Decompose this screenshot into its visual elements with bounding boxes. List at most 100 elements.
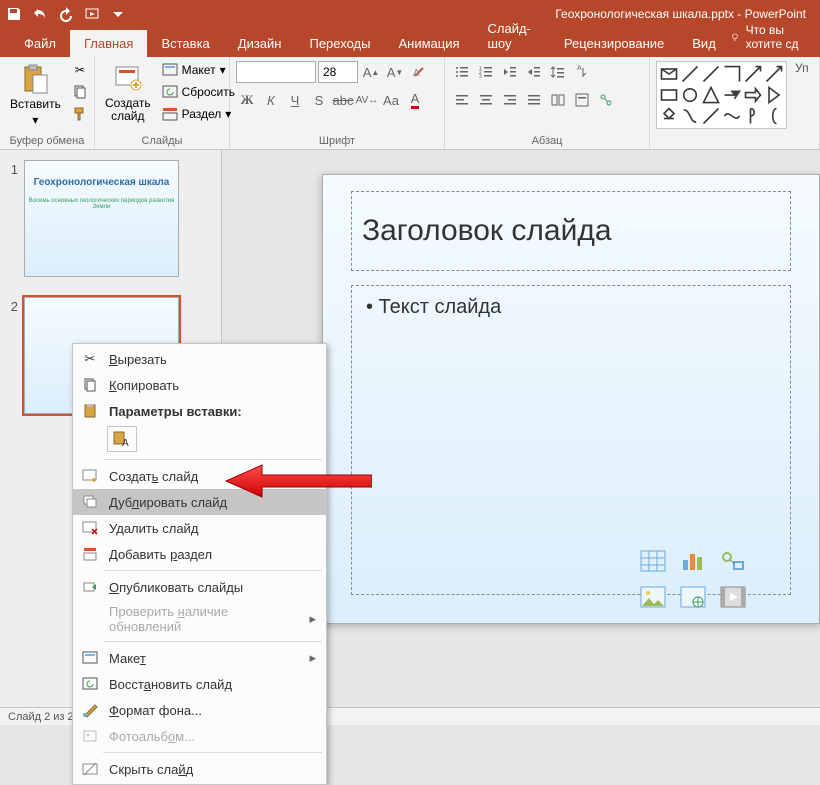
clear-formatting-button[interactable]: A <box>408 61 430 83</box>
title-placeholder[interactable]: Заголовок слайда <box>351 191 791 271</box>
tab-insert[interactable]: Вставка <box>147 30 223 57</box>
undo-icon[interactable] <box>32 6 48 22</box>
document-title: Геохронологическая шкала.pptx - PowerPoi… <box>126 7 814 21</box>
body-placeholder[interactable]: Текст слайда <box>351 285 791 595</box>
save-icon[interactable] <box>6 6 22 22</box>
redo-icon[interactable] <box>58 6 74 22</box>
publish-icon <box>81 578 99 596</box>
brush-icon <box>72 106 88 122</box>
font-name-input[interactable] <box>236 61 316 83</box>
italic-button[interactable]: К <box>260 89 282 111</box>
tab-transitions[interactable]: Переходы <box>295 30 384 57</box>
align-right-button[interactable] <box>499 89 521 111</box>
section-icon <box>81 545 99 563</box>
insert-picture-icon[interactable] <box>636 582 670 612</box>
insert-smartart-icon[interactable] <box>716 546 750 576</box>
slide-thumbnail-1[interactable]: Геохронологическая шкала Восемь основных… <box>24 160 179 277</box>
group-label-paragraph: Абзац <box>451 134 643 148</box>
align-center-button[interactable] <box>475 89 497 111</box>
scissors-icon: ✂ <box>72 62 88 78</box>
shapes-gallery[interactable] <box>656 61 787 129</box>
align-left-button[interactable] <box>451 89 473 111</box>
insert-video-icon[interactable] <box>716 582 750 612</box>
thumb1-subtitle: Восемь основных геологических периодов р… <box>25 188 178 210</box>
chevron-right-icon: ▸ <box>309 611 316 627</box>
tab-review[interactable]: Рецензирование <box>550 30 678 57</box>
text-direction-button[interactable]: A <box>571 61 593 83</box>
justify-button[interactable] <box>523 89 545 111</box>
layout-button[interactable]: Макет ▾ <box>159 61 238 79</box>
columns-button[interactable] <box>547 89 569 111</box>
chevron-right-icon: ▸ <box>309 650 316 666</box>
group-label-clipboard: Буфер обмена <box>6 134 88 148</box>
tab-file[interactable]: Файл <box>10 30 70 57</box>
insert-online-picture-icon[interactable] <box>676 582 710 612</box>
group-paragraph: 123 A Абзац <box>445 57 650 149</box>
format-painter-button[interactable] <box>69 105 91 123</box>
ctx-cut[interactable]: ✂Вырезать <box>73 346 326 372</box>
increase-indent-button[interactable] <box>523 61 545 83</box>
bold-button[interactable]: Ж <box>236 89 258 111</box>
strikethrough-button[interactable]: abc <box>332 89 354 111</box>
ctx-copy[interactable]: Копировать <box>73 372 326 398</box>
char-spacing-button[interactable]: AV↔ <box>356 89 378 111</box>
ctx-restore-slide[interactable]: Восстановить слайд <box>73 671 326 697</box>
ctx-photoalbum: Фотоальбом... <box>73 723 326 749</box>
svg-text:A: A <box>577 65 582 72</box>
title-placeholder-text: Заголовок слайда <box>362 214 612 248</box>
insert-table-icon[interactable] <box>636 546 670 576</box>
underline-button[interactable]: Ч <box>284 89 306 111</box>
ctx-add-section[interactable]: Добавить раздел <box>73 541 326 567</box>
cut-button[interactable]: ✂ <box>69 61 91 79</box>
tab-slideshow[interactable]: Слайд-шоу <box>474 15 550 57</box>
bullets-button[interactable] <box>451 61 473 83</box>
tab-animation[interactable]: Анимация <box>384 30 473 57</box>
svg-text:A: A <box>122 438 129 448</box>
hide-icon <box>81 760 99 778</box>
layout-icon <box>162 62 178 78</box>
font-color-button[interactable]: A <box>404 89 426 111</box>
group-font: A▲ A▼ A Ж К Ч S abc AV↔ Aa A Шрифт <box>230 57 445 149</box>
copy-button[interactable] <box>69 83 91 101</box>
thumb-number: 2 <box>4 297 18 414</box>
bulb-icon <box>730 30 740 44</box>
ctx-format-background[interactable]: Формат фона... <box>73 697 326 723</box>
new-slide-button[interactable]: Создать слайд <box>101 61 155 125</box>
paste-button[interactable]: Вставить ▾ <box>6 61 65 129</box>
ctx-paste-header: Параметры вставки: <box>73 398 326 424</box>
tell-me-search[interactable]: Что вы хотите сд <box>730 23 820 57</box>
chevron-down-icon: ▾ <box>32 113 38 127</box>
qat-customize-icon[interactable] <box>110 6 126 22</box>
change-case-button[interactable]: Aa <box>380 89 402 111</box>
font-size-input[interactable] <box>318 61 358 83</box>
align-text-button[interactable] <box>571 89 593 111</box>
decrease-font-button[interactable]: A▼ <box>384 61 406 83</box>
content-placeholder-icons <box>636 546 750 612</box>
group-label-slides: Слайды <box>101 134 223 148</box>
reset-icon <box>81 675 99 693</box>
shadow-button[interactable]: S <box>308 89 330 111</box>
line-spacing-button[interactable] <box>547 61 569 83</box>
status-slide-indicator: Слайд 2 из 2 <box>8 711 74 723</box>
ctx-layout[interactable]: Макет▸ <box>73 645 326 671</box>
ctx-delete-slide[interactable]: Удалить слайд <box>73 515 326 541</box>
insert-chart-icon[interactable] <box>676 546 710 576</box>
reset-icon <box>162 84 178 100</box>
ctx-publish-slides[interactable]: Опубликовать слайды <box>73 574 326 600</box>
decrease-indent-button[interactable] <box>499 61 521 83</box>
tab-design[interactable]: Дизайн <box>224 30 296 57</box>
numbering-button[interactable]: 123 <box>475 61 497 83</box>
increase-font-button[interactable]: A▲ <box>360 61 382 83</box>
tab-home[interactable]: Главная <box>70 30 147 57</box>
quick-access-toolbar <box>6 6 126 22</box>
slide-canvas[interactable]: Заголовок слайда Текст слайда <box>322 174 820 624</box>
paste-keep-formatting-button[interactable]: A <box>107 426 137 452</box>
paste-icon <box>19 63 51 95</box>
smartart-button[interactable] <box>595 89 617 111</box>
tab-view[interactable]: Вид <box>678 30 730 57</box>
section-button[interactable]: Раздел ▾ <box>159 105 238 123</box>
start-from-beginning-icon[interactable] <box>84 6 100 22</box>
ctx-hide-slide[interactable]: Скрыть слайд <box>73 756 326 782</box>
reset-button[interactable]: Сбросить <box>159 83 238 101</box>
ctx-check-updates: Проверить наличие обновлений▸ <box>73 600 326 638</box>
